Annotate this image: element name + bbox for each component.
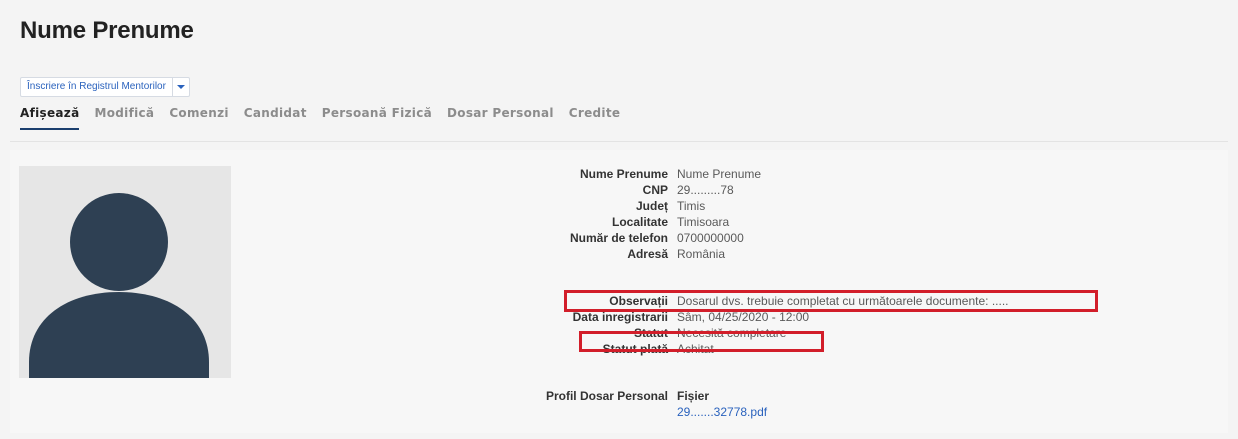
tab-candidat[interactable]: Candidat	[244, 106, 307, 130]
action-dropdown-toggle[interactable]	[171, 78, 189, 96]
observations-highlight	[564, 290, 1098, 312]
field-value: România	[677, 247, 726, 261]
action-dropdown: Înscriere în Registrul Mentorilor	[20, 77, 190, 97]
tab-afiseaza[interactable]: Afișează	[20, 106, 80, 130]
tab-credite[interactable]: Credite	[569, 106, 621, 130]
field-label: CNP	[642, 183, 668, 197]
tab-divider	[10, 141, 1228, 142]
field-value: 29.........78	[677, 183, 734, 197]
field-label: Județ	[635, 199, 668, 213]
register-mentor-button[interactable]: Înscriere în Registrul Mentorilor	[21, 78, 172, 96]
field-label: Număr de telefon	[569, 231, 668, 245]
field-value: 0700000000	[677, 231, 744, 245]
field-label: Data inregistrarii	[572, 310, 668, 324]
tab-bar: Afișează Modifică Comenzi Candidat Perso…	[20, 106, 635, 130]
field-value: Timis	[677, 199, 706, 213]
status-highlight	[579, 331, 824, 352]
tab-dosar-personal[interactable]: Dosar Personal	[447, 106, 554, 130]
user-silhouette-icon	[29, 193, 209, 378]
page-title: Nume Prenume	[20, 17, 194, 44]
field-label: Localitate	[611, 215, 668, 229]
tab-modifica[interactable]: Modifică	[94, 106, 154, 130]
dossier-file-link[interactable]: 29.......32778.pdf	[677, 405, 767, 420]
tab-persoana-fizica[interactable]: Persoană Fizică	[322, 106, 432, 130]
field-value: Sâm, 04/25/2020 - 12:00	[677, 310, 810, 324]
tab-comenzi[interactable]: Comenzi	[169, 106, 228, 130]
field-label: Profil Dosar Personal	[545, 389, 668, 403]
chevron-down-icon	[176, 85, 185, 89]
field-label: Nume Prenume	[579, 167, 668, 181]
field-value: Nume Prenume	[677, 167, 762, 181]
file-column-header: Fișier	[677, 389, 710, 403]
field-label: Adresă	[627, 247, 668, 261]
avatar	[19, 166, 231, 378]
field-value: Timisoara	[677, 215, 730, 229]
